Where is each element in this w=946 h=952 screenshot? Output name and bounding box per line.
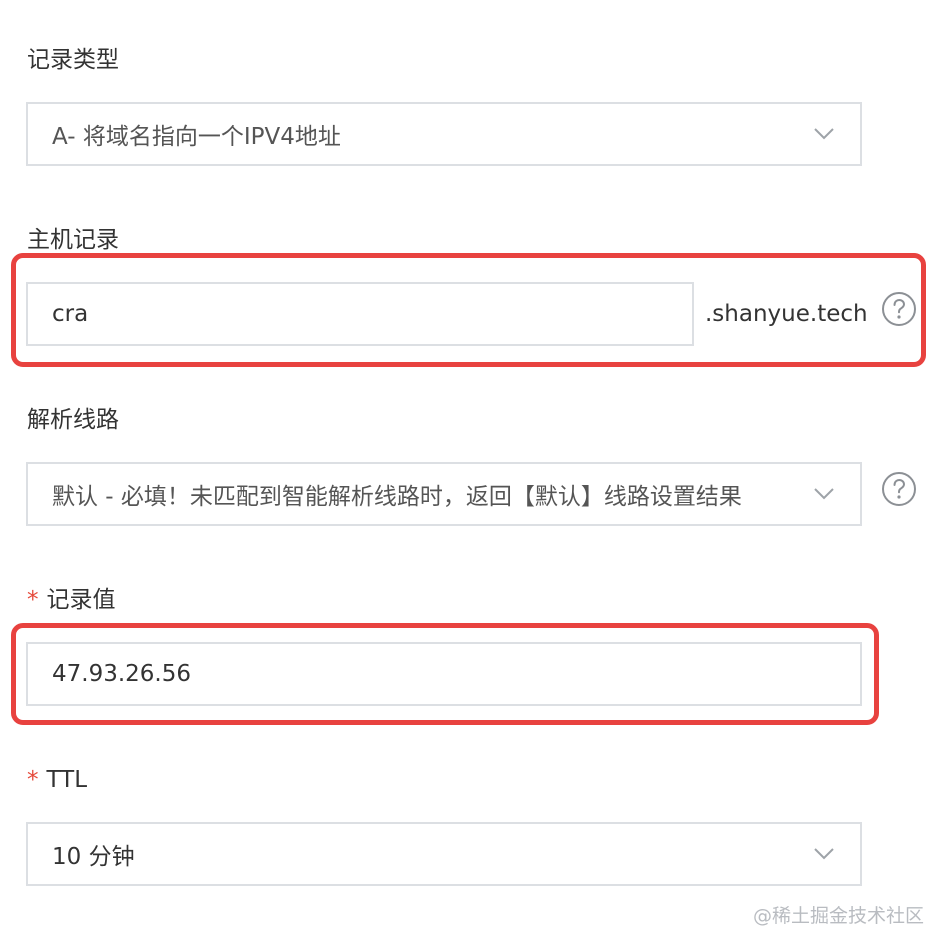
required-mark: * (27, 767, 39, 793)
ttl-select[interactable]: 10 分钟 (26, 822, 862, 886)
host-record-label: 主机记录 (27, 227, 119, 253)
record-type-value: A- 将域名指向一个IPV4地址 (52, 124, 341, 150)
record-value-input[interactable]: 47.93.26.56 (26, 642, 862, 706)
resolve-line-value: 默认 - 必填！未匹配到智能解析线路时，返回【默认】线路设置结果 (52, 484, 742, 510)
watermark: @稀土掘金技术社区 (752, 905, 924, 927)
resolve-line-label: 解析线路 (27, 407, 119, 433)
record-value-text: 47.93.26.56 (52, 661, 191, 687)
host-record-value: cra (52, 301, 89, 327)
ttl-label-row: * TTL (27, 765, 87, 795)
chevron-down-icon (814, 128, 834, 140)
record-value-label: 记录值 (46, 587, 116, 613)
record-type-select[interactable]: A- 将域名指向一个IPV4地址 (26, 102, 862, 166)
help-icon[interactable] (881, 471, 917, 507)
ttl-label: TTL (46, 767, 88, 793)
record-value-label-row: * 记录值 (27, 585, 116, 615)
record-type-label: 记录类型 (27, 47, 119, 73)
host-record-input[interactable]: cra (26, 282, 694, 346)
domain-suffix: .shanyue.tech (705, 301, 868, 327)
ttl-value: 10 分钟 (52, 844, 135, 870)
help-icon[interactable] (881, 291, 917, 327)
chevron-down-icon (814, 848, 834, 860)
resolve-line-select[interactable]: 默认 - 必填！未匹配到智能解析线路时，返回【默认】线路设置结果 (26, 462, 862, 526)
chevron-down-icon (814, 488, 834, 500)
required-mark: * (27, 587, 39, 613)
